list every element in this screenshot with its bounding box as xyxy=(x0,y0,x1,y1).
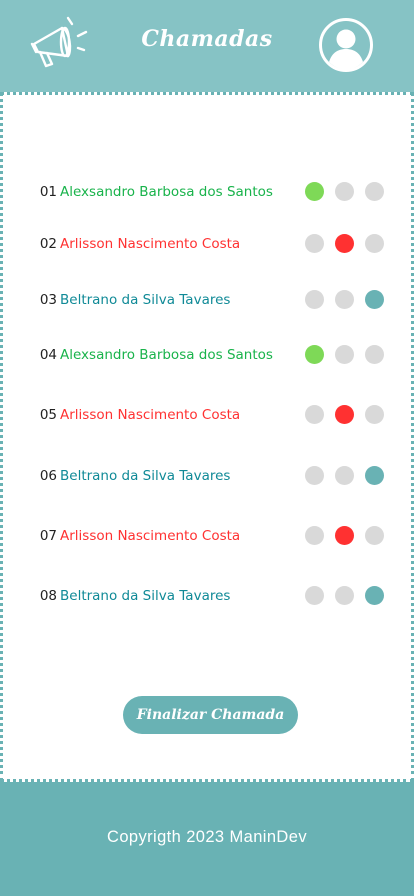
student-row: 06 Beltrano da Silva Tavares xyxy=(3,465,414,487)
user-profile-icon[interactable] xyxy=(318,17,374,73)
student-name: Alexsandro Barbosa dos Santos xyxy=(60,347,273,363)
student-row: 01 Alexsandro Barbosa dos Santos xyxy=(3,181,414,203)
excused-toggle[interactable] xyxy=(365,234,384,253)
student-name: Beltrano da Silva Tavares xyxy=(60,292,231,308)
student-number: 01 xyxy=(39,184,57,200)
student-number: 04 xyxy=(39,347,57,363)
absent-toggle[interactable] xyxy=(335,405,354,424)
finish-attendance-button[interactable]: Finalizar Chamada xyxy=(123,696,298,734)
student-number: 07 xyxy=(39,528,57,544)
present-toggle[interactable] xyxy=(305,345,324,364)
footer: Copyrigth 2023 ManinDev xyxy=(0,782,414,896)
student-row: 08 Beltrano da Silva Tavares xyxy=(3,585,414,607)
present-toggle[interactable] xyxy=(305,234,324,253)
present-toggle[interactable] xyxy=(305,290,324,309)
absent-toggle[interactable] xyxy=(335,526,354,545)
student-row: 02 Arlisson Nascimento Costa xyxy=(3,233,414,255)
present-toggle[interactable] xyxy=(305,586,324,605)
attendance-panel: 01 Alexsandro Barbosa dos Santos 02 Arlisso… xyxy=(0,92,414,782)
student-number: 02 xyxy=(39,236,57,252)
student-row: 05 Arlisson Nascimento Costa xyxy=(3,404,414,426)
student-number: 03 xyxy=(39,292,57,308)
excused-toggle[interactable] xyxy=(365,290,384,309)
student-row: 03 Beltrano da Silva Tavares xyxy=(3,289,414,311)
student-name: Alexsandro Barbosa dos Santos xyxy=(60,184,273,200)
student-number: 08 xyxy=(39,588,57,604)
absent-toggle[interactable] xyxy=(335,234,354,253)
student-name: Beltrano da Silva Tavares xyxy=(60,588,231,604)
absent-toggle[interactable] xyxy=(335,586,354,605)
excused-toggle[interactable] xyxy=(365,466,384,485)
present-toggle[interactable] xyxy=(305,466,324,485)
header-bar: Chamadas xyxy=(0,0,414,92)
student-name: Arlisson Nascimento Costa xyxy=(60,236,241,252)
excused-toggle[interactable] xyxy=(365,526,384,545)
absent-toggle[interactable] xyxy=(335,290,354,309)
absent-toggle[interactable] xyxy=(335,466,354,485)
student-name: Arlisson Nascimento Costa xyxy=(60,407,241,423)
student-name: Beltrano da Silva Tavares xyxy=(60,468,231,484)
excused-toggle[interactable] xyxy=(365,586,384,605)
absent-toggle[interactable] xyxy=(335,182,354,201)
student-row: 07 Arlisson Nascimento Costa xyxy=(3,525,414,547)
present-toggle[interactable] xyxy=(305,405,324,424)
absent-toggle[interactable] xyxy=(335,345,354,364)
copyright-text: Copyrigth 2023 ManinDev xyxy=(107,828,307,846)
student-name: Arlisson Nascimento Costa xyxy=(60,528,241,544)
excused-toggle[interactable] xyxy=(365,345,384,364)
student-number: 06 xyxy=(39,468,57,484)
excused-toggle[interactable] xyxy=(365,405,384,424)
student-number: 05 xyxy=(39,407,57,423)
student-row: 04 Alexsandro Barbosa dos Santos xyxy=(3,344,414,366)
present-toggle[interactable] xyxy=(305,526,324,545)
excused-toggle[interactable] xyxy=(365,182,384,201)
present-toggle[interactable] xyxy=(305,182,324,201)
